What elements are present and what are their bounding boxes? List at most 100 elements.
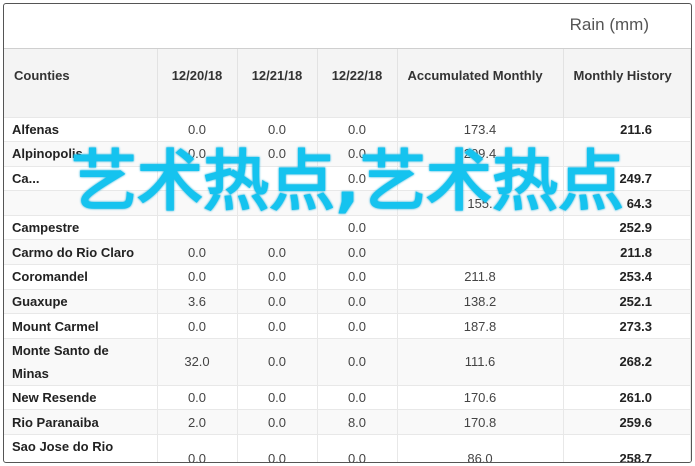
- monthly-history-cell: 252.9: [563, 214, 691, 240]
- accumulated-monthly-cell: 173.4: [397, 116, 564, 142]
- rain-cell-date-3: 0.0: [317, 239, 398, 265]
- county-cell: Guaxupe: [4, 288, 158, 314]
- accumulated-monthly-cell: [397, 214, 564, 240]
- header-date-3[interactable]: 12/22/18: [317, 49, 398, 117]
- county-cell: Alfenas: [4, 116, 158, 142]
- monthly-history-cell: 249.7: [563, 165, 691, 191]
- rain-cell-date-3: 0.0: [317, 384, 398, 410]
- county-cell: Carmo do Rio Claro: [4, 239, 158, 265]
- county-cell: Coromandel: [4, 264, 158, 290]
- monthly-history-cell: 261.0: [563, 384, 691, 410]
- accumulated-monthly-cell: 209.4: [397, 141, 564, 167]
- table-row: Mount Carmel 0.0 0.0 0.0 187.8 273.3: [4, 313, 691, 339]
- rain-cell-date-2: 0.0: [237, 409, 318, 435]
- rain-cell-date-3: 0.0: [317, 337, 398, 386]
- accumulated-monthly-cell: 211.8: [397, 264, 564, 290]
- header-row: Counties 12/20/18 12/21/18 12/22/18 Accu…: [4, 49, 691, 117]
- rain-cell-date-2: 0.0: [237, 313, 318, 339]
- table-row: Campestre 0.0 252.9: [4, 214, 691, 240]
- rain-cell-date-1: [157, 190, 238, 216]
- header-monthly-history[interactable]: Monthly History: [563, 49, 691, 117]
- rain-cell-date-1: 0.0: [157, 116, 238, 142]
- rain-cell-date-2: 0.0: [237, 264, 318, 290]
- rain-cell-date-3: [317, 190, 398, 216]
- rain-cell-date-3: 8.0: [317, 409, 398, 435]
- county-cell: Sao Jose do Rio Pardo: [4, 434, 158, 462]
- accumulated-monthly-cell: 170.6: [397, 384, 564, 410]
- rain-cell-date-2: 0.0: [237, 434, 318, 462]
- rain-cell-date-2: 0.0: [237, 384, 318, 410]
- accumulated-monthly-cell: [397, 165, 564, 191]
- rain-cell-date-1: 0.0: [157, 313, 238, 339]
- table-row: Ca... 0.0 249.7: [4, 165, 691, 191]
- rain-cell-date-3: 0.0: [317, 434, 398, 462]
- rain-cell-date-2: [237, 214, 318, 240]
- monthly-history-cell: 258.7: [563, 434, 691, 462]
- table-row: Sao Jose do Rio Pardo0.00.00.086.0258.7: [4, 434, 691, 462]
- county-cell: Alpinopolis: [4, 141, 158, 167]
- rain-cell-date-3: 0.0: [317, 264, 398, 290]
- accumulated-monthly-cell: 138.2: [397, 288, 564, 314]
- table-row: Guaxupe 3.6 0.0 0.0 138.2 252.1: [4, 288, 691, 314]
- monthly-history-cell: 64.3: [563, 190, 691, 216]
- rain-cell-date-1: 3.6: [157, 288, 238, 314]
- caption-text: Rain (mm): [569, 15, 649, 34]
- rain-table: Counties 12/20/18 12/21/18 12/22/18 Accu…: [4, 49, 691, 462]
- monthly-history-cell: 211.6: [563, 116, 691, 142]
- rain-cell-date-1: 0.0: [157, 434, 238, 462]
- table-row: Alpinopolis 0.0 0.0 0.0 209.4: [4, 141, 691, 167]
- rain-cell-date-1: 0.0: [157, 141, 238, 167]
- rain-cell-date-1: 32.0: [157, 337, 238, 386]
- rain-cell-date-2: 0.0: [237, 337, 318, 386]
- rain-cell-date-2: 0.0: [237, 239, 318, 265]
- table-row: New Resende 0.0 0.0 0.0 170.6 261.0: [4, 384, 691, 410]
- monthly-history-cell: 273.3: [563, 313, 691, 339]
- county-cell: Campestre: [4, 214, 158, 240]
- county-cell: Rio Paranaiba: [4, 409, 158, 435]
- table-row: Rio Paranaiba 2.0 0.0 8.0 170.8 259.6: [4, 409, 691, 435]
- monthly-history-cell: 268.2: [563, 337, 691, 386]
- rain-cell-date-3: 0.0: [317, 116, 398, 142]
- accumulated-monthly-cell: 170.8: [397, 409, 564, 435]
- monthly-history-cell: 253.4: [563, 264, 691, 290]
- rain-table-panel: Rain (mm) Counties 12/20/18 12/21/18 12/…: [3, 3, 692, 463]
- table-caption: Rain (mm): [4, 4, 691, 49]
- rain-cell-date-2: 0.0: [237, 141, 318, 167]
- header-date-1[interactable]: 12/20/18: [157, 49, 238, 117]
- rain-cell-date-3: 0.0: [317, 141, 398, 167]
- rain-cell-date-1: 0.0: [157, 264, 238, 290]
- rain-cell-date-1: 0.0: [157, 239, 238, 265]
- county-cell: [4, 190, 158, 216]
- accumulated-monthly-cell: 187.8: [397, 313, 564, 339]
- accumulated-monthly-cell: [397, 239, 564, 265]
- rain-cell-date-1: [157, 165, 238, 191]
- table-row: Alfenas 0.0 0.0 0.0 173.4 211.6: [4, 116, 691, 142]
- rain-cell-date-3: 0.0: [317, 313, 398, 339]
- rain-cell-date-2: [237, 165, 318, 191]
- rain-cell-date-2: [237, 190, 318, 216]
- monthly-history-cell: [563, 141, 691, 167]
- rain-cell-date-2: 0.0: [237, 288, 318, 314]
- monthly-history-cell: 211.8: [563, 239, 691, 265]
- header-accumulated-monthly[interactable]: Accumulated Monthly: [397, 49, 564, 117]
- rain-cell-date-1: 0.0: [157, 384, 238, 410]
- table-row: Coromandel 0.0 0.0 0.0 211.8 253.4: [4, 264, 691, 290]
- accumulated-monthly-cell: 155.: [397, 190, 564, 216]
- rain-cell-date-3: 0.0: [317, 214, 398, 240]
- county-cell: Monte Santo de Minas: [4, 337, 158, 386]
- header-counties[interactable]: Counties: [4, 49, 158, 117]
- monthly-history-cell: 259.6: [563, 409, 691, 435]
- table-row: 155. 64.3: [4, 190, 691, 216]
- table-row: Monte Santo de Minas 32.0 0.0 0.0 111.6 268.2: [4, 337, 691, 386]
- rain-cell-date-2: 0.0: [237, 116, 318, 142]
- rain-cell-date-1: 2.0: [157, 409, 238, 435]
- monthly-history-cell: 252.1: [563, 288, 691, 314]
- county-cell: Ca...: [4, 165, 158, 191]
- accumulated-monthly-cell: 86.0: [397, 434, 564, 462]
- rain-cell-date-3: 0.0: [317, 288, 398, 314]
- rain-cell-date-1: [157, 214, 238, 240]
- county-cell: Mount Carmel: [4, 313, 158, 339]
- header-date-2[interactable]: 12/21/18: [237, 49, 318, 117]
- accumulated-monthly-cell: 111.6: [397, 337, 564, 386]
- rain-cell-date-3: 0.0: [317, 165, 398, 191]
